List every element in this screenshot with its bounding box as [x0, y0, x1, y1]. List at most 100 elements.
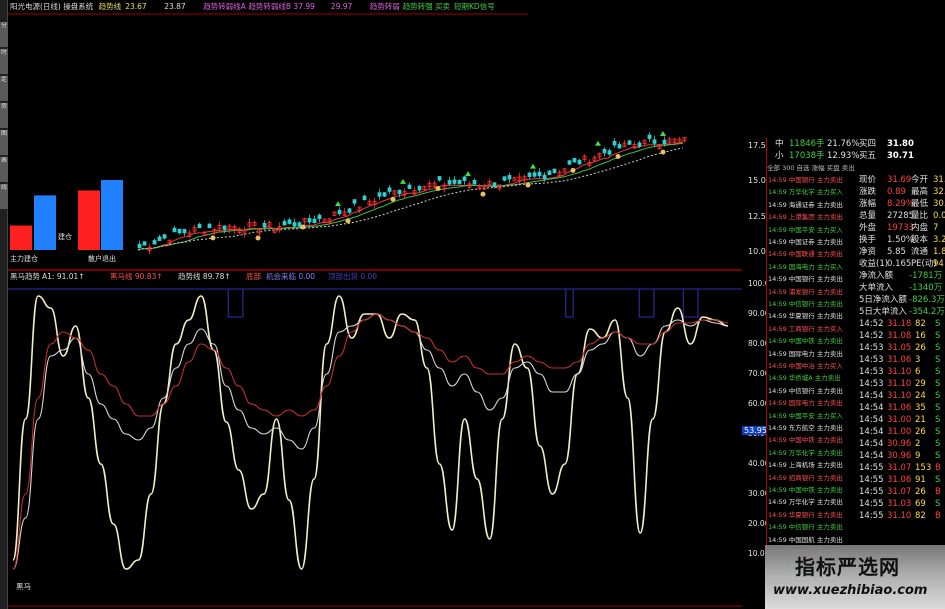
side-tab[interactable]: 势 — [0, 103, 8, 129]
kline-up-arrow — [465, 171, 471, 177]
osc-header-item: 趋势线 89.78↑ — [178, 272, 231, 281]
tick-time: 14:53 — [859, 343, 884, 353]
stat-key2: 内盘 — [911, 223, 929, 233]
news-item: 14:59 中信银行 主力卖出 — [767, 385, 857, 397]
side-tab[interactable]: 时 — [0, 49, 8, 75]
news-item: 14:59 中国中冶 主力买入 — [767, 360, 857, 372]
tick-price: 31.18 — [887, 319, 912, 329]
tick-time: 14:55 — [859, 511, 884, 521]
tick-volume: 91 — [915, 475, 926, 485]
stat-key2: 流通 — [911, 247, 929, 257]
tick-time: 14:55 — [859, 475, 884, 485]
kline-candle — [297, 222, 302, 227]
kline-candle — [472, 180, 477, 185]
flow-key: 净流入额 — [859, 271, 894, 281]
tick-price: 31.10 — [887, 391, 912, 401]
side-tab[interactable]: 表 — [0, 157, 8, 183]
news-text: 14:59 浦发银行 主力卖出 — [768, 287, 843, 296]
news-text: 14:59 中国证券 主力卖出 — [768, 238, 843, 246]
quote-top-key: 买四 — [859, 139, 877, 149]
side-tab[interactable]: 走 — [0, 76, 8, 102]
tick-volume: 9 — [915, 451, 921, 461]
tick-price: 31.06 — [887, 355, 912, 365]
news-item: 14:59 工商银行 主力买入 — [767, 323, 857, 335]
news-text: 14:59 华夏银行 主力卖出 — [768, 510, 843, 519]
kline-candle — [207, 223, 212, 229]
side-tab[interactable]: 图 — [0, 130, 8, 156]
news-text: 14:59 上港集团 主力卖出 — [768, 213, 843, 222]
tick-time: 14:54 — [859, 403, 884, 413]
quote-stat-row: 换手 1.50%股本 3.27 — [857, 234, 945, 246]
news-text: 14:59 中国中冶 主力买入 — [768, 362, 843, 370]
kline-up-arrow — [400, 178, 406, 184]
tick-row: 14:55 31.10 82 B — [857, 510, 945, 522]
news-item: 14:59 中国平安 主力买入 — [767, 224, 857, 236]
kline-candle — [567, 160, 572, 165]
top-header-item: 趋势转弱线A — [203, 2, 246, 11]
kline-candle — [137, 243, 142, 249]
news-text: 14:59 国海电力 主力买入 — [768, 262, 843, 271]
kline-candle — [292, 222, 297, 227]
watermark-url: www.xuezhibiao.com — [773, 583, 928, 598]
kline-ma-line — [137, 147, 684, 251]
kline-label-sell: 散户退出 — [88, 255, 116, 263]
tick-side: S — [935, 379, 941, 389]
kline-up-arrow — [660, 130, 666, 136]
stat-value2: 1.8 — [933, 247, 945, 257]
kline-candle — [627, 140, 632, 145]
kline-candle — [457, 179, 462, 185]
kline-candle — [572, 157, 577, 163]
stat-key: 换手 — [859, 235, 877, 245]
osc-top-band-segment — [565, 288, 574, 318]
news-text: 14:59 海通证券 主力卖出 — [768, 200, 843, 209]
quote-panel: 中 11846手 21.76% 买四 31.80 小 17038手 12.93% 买五 30.71… — [766, 138, 945, 609]
chart-canvas[interactable] — [8, 0, 742, 609]
main-chart-area[interactable]: 阳光电源(日线) 操盘系统 趋势线 23.67 23.87 趋势转弱线A 趋势转弱线B 3… — [8, 0, 742, 609]
flow-value: -354.2万 — [909, 307, 945, 317]
quote-top-key: 买五 — [859, 151, 877, 161]
tick-row: 14:54 31.00 21 S — [857, 414, 945, 426]
kline-signal-dot — [210, 235, 216, 241]
top-header-item: 23.67 — [125, 2, 147, 11]
watermark-banner: 指标严选网 www.xuezhibiao.com — [765, 545, 945, 609]
tick-side: S — [935, 343, 941, 353]
kline-candle — [652, 139, 657, 144]
quote-stat-row: 涨幅 8.29%最低 30. — [857, 198, 945, 210]
news-text: 14:59 国际电力 主力卖出 — [768, 349, 843, 358]
news-item: 14:59 上海机场 主力卖出 — [767, 459, 857, 471]
tick-row: 14:52 31.18 82 S — [857, 318, 945, 330]
news-text: 14:59 华夏银行 主力卖出 — [768, 312, 843, 321]
tick-price: 31.10 — [887, 379, 912, 389]
side-tab[interactable]: 线 — [0, 184, 8, 210]
quote-tabs: 全部 300 自选 涨幅 买盘 卖出 — [767, 164, 855, 172]
osc-header-item: 底部 — [246, 272, 261, 281]
kline-candle — [152, 240, 157, 245]
news-text: 14:59 上海机场 主力卖出 — [768, 461, 843, 470]
stat-key: 外盘 — [859, 223, 877, 233]
tick-row: 14:53 31.10 6 S — [857, 366, 945, 378]
kline-signal-dot — [570, 167, 576, 173]
news-item: 14:59 海通证券 主力卖出 — [767, 199, 857, 211]
kline-signal-dot — [435, 186, 441, 192]
tick-side: B — [935, 511, 941, 521]
quote-flow-row: 5日净流入额 -826.3万 — [857, 294, 945, 306]
kline-candle — [317, 214, 322, 220]
news-text: 14:59 中信银行 主力卖出 — [768, 386, 843, 395]
flow-value: -1340万 — [909, 283, 943, 293]
tick-side: S — [935, 355, 941, 365]
top-header-item: 29.97 — [330, 2, 353, 11]
tick-row: 14:55 31.03 69 S — [857, 498, 945, 510]
osc-top-band-segment — [227, 288, 244, 318]
stat-key2: 量比 — [911, 211, 929, 221]
kline-candle — [612, 141, 617, 146]
osc-header-item: 机会来临 0.00 — [266, 272, 316, 281]
top-header-item: 趋势转强 买卖 — [402, 2, 450, 11]
stat-value2: 30. — [933, 199, 945, 209]
kline-up-arrow — [335, 201, 341, 207]
news-item: 14:59 华夏银行 主力卖出 — [767, 509, 857, 521]
kline-candle — [537, 171, 542, 177]
osc-header-item: A1: 91.01↑ — [42, 272, 85, 281]
side-tab[interactable]: 分 — [0, 22, 8, 48]
price-axis: 17.50 15.00 12.50 10.00 100.0 90.00 80.00 70.00… — [742, 0, 771, 609]
news-item: 14:59 中信银行 主力卖出 — [767, 298, 857, 310]
